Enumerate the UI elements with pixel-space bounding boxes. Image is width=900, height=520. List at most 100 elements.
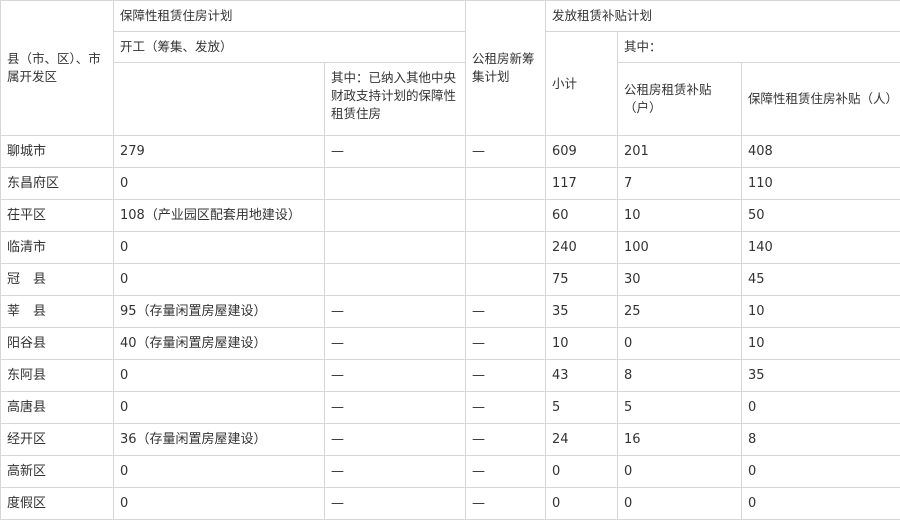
header-row-3: 其中：已纳入其他中央财政支持计划的保障性租赁住房 公租房租赁补贴（户） 保障性租… [1,62,900,136]
cell-start: 0 [113,487,325,520]
header-row-2: 开工（筹集、发放） 小计 其中： [1,31,900,136]
cell-region: 度假区 [0,487,114,520]
cell-subtotal: 5 [545,391,619,424]
cell-public-rental: — [465,423,547,456]
cell-subtotal: 60 [545,199,619,232]
cell-public-rental [465,199,547,232]
table-row: 冠 县 0 75 30 45 [0,263,900,296]
cell-subtotal: 0 [545,455,619,488]
header-region: 县（市、区）、市属开发区 [0,0,114,136]
cell-public-rental: — [465,487,547,520]
cell-guaranteed-subsidy: 408 [741,135,900,168]
cell-start: 36（存量闲置房屋建设） [113,423,325,456]
cell-public-subsidy: 100 [617,231,743,264]
cell-guaranteed-subsidy: 35 [741,359,900,392]
cell-region: 高唐县 [0,391,114,424]
cell-central: — [323,391,467,424]
cell-central [323,263,467,296]
cell-central [323,167,467,200]
cell-start: 0 [113,263,325,296]
cell-public-subsidy: 201 [617,135,743,168]
header-central-support: 其中：已纳入其他中央财政支持计划的保障性租赁住房 [323,62,467,136]
cell-start: 0 [113,455,325,488]
cell-public-rental: — [465,359,547,392]
cell-start: 95（存量闲置房屋建设） [113,295,325,328]
cell-public-subsidy: 16 [617,423,743,456]
cell-central: — [323,327,467,360]
cell-public-rental [465,167,547,200]
cell-public-rental: — [465,327,547,360]
table-body: 县（市、区）、市属开发区 保障性租赁住房计划 公租房新筹集计划 发放租赁补贴计划… [0,0,900,520]
cell-public-subsidy: 0 [617,455,743,488]
cell-start: 0 [113,391,325,424]
cell-guaranteed-subsidy: 0 [741,391,900,424]
cell-public-rental: — [465,295,547,328]
cell-guaranteed-subsidy: 140 [741,231,900,264]
cell-guaranteed-subsidy: 10 [741,327,900,360]
cell-guaranteed-subsidy: 45 [741,263,900,296]
header-start: 开工（筹集、发放） [112,31,467,63]
header-start-blank [113,62,325,136]
cell-region: 聊城市 [0,135,114,168]
table-row: 阳谷县 40（存量闲置房屋建设） — — 10 0 10 [0,327,900,360]
header-subsidy-group: 发放租赁补贴计划 [545,0,900,32]
table-row: 聊城市 279 — — 609 201 408 [0,135,900,168]
cell-start: 0 [113,231,325,264]
cell-public-rental: — [465,135,547,168]
cell-region: 冠 县 [0,263,114,296]
table-row: 度假区 0 — — 0 0 0 [0,487,900,520]
cell-public-subsidy: 5 [617,391,743,424]
header-subtotal: 小计 [545,31,619,136]
cell-public-rental [465,231,547,264]
cell-public-subsidy: 30 [617,263,743,296]
header-guaranteed-subsidy: 保障性租赁住房补贴（人） [741,62,900,136]
cell-start: 0 [113,359,325,392]
header-among: 其中： [617,31,900,63]
cell-guaranteed-subsidy: 110 [741,167,900,200]
cell-region: 东阿县 [0,359,114,392]
cell-subtotal: 75 [545,263,619,296]
cell-subtotal: 609 [545,135,619,168]
cell-central [323,231,467,264]
cell-public-subsidy: 0 [617,327,743,360]
header-public-rental-plan: 公租房新筹集计划 [465,0,547,136]
cell-region: 东昌府区 [0,167,114,200]
cell-guaranteed-subsidy: 50 [741,199,900,232]
header-plan-group: 保障性租赁住房计划 [112,0,467,32]
cell-public-subsidy: 10 [617,199,743,232]
cell-central: — [323,455,467,488]
cell-subtotal: 117 [545,167,619,200]
table-row: 经开区 36（存量闲置房屋建设） — — 24 16 8 [0,423,900,456]
cell-central: — [323,135,467,168]
cell-subtotal: 35 [545,295,619,328]
cell-start: 0 [113,167,325,200]
cell-subtotal: 0 [545,487,619,520]
cell-central: — [323,423,467,456]
cell-subtotal: 24 [545,423,619,456]
cell-central: — [323,295,467,328]
header-row-1: 县（市、区）、市属开发区 保障性租赁住房计划 公租房新筹集计划 发放租赁补贴计划 [0,0,900,136]
cell-guaranteed-subsidy: 0 [741,487,900,520]
table-row: 高新区 0 — — 0 0 0 [0,455,900,488]
cell-subtotal: 240 [545,231,619,264]
cell-central: — [323,359,467,392]
header-public-subsidy: 公租房租赁补贴（户） [617,62,743,136]
cell-region: 高新区 [0,455,114,488]
table-row: 莘 县 95（存量闲置房屋建设） — — 35 25 10 [0,295,900,328]
cell-subtotal: 10 [545,327,619,360]
cell-public-rental [465,263,547,296]
table-row: 东昌府区 0 117 7 110 [0,167,900,200]
cell-public-subsidy: 25 [617,295,743,328]
cell-start: 108（产业园区配套用地建设） [113,199,325,232]
cell-region: 阳谷县 [0,327,114,360]
cell-guaranteed-subsidy: 0 [741,455,900,488]
cell-guaranteed-subsidy: 8 [741,423,900,456]
table-row: 高唐县 0 — — 5 5 0 [0,391,900,424]
cell-public-subsidy: 7 [617,167,743,200]
cell-start: 279 [113,135,325,168]
cell-public-subsidy: 8 [617,359,743,392]
cell-guaranteed-subsidy: 10 [741,295,900,328]
table-row: 茌平区 108（产业园区配套用地建设） 60 10 50 [0,199,900,232]
cell-region: 莘 县 [0,295,114,328]
cell-central [323,199,467,232]
